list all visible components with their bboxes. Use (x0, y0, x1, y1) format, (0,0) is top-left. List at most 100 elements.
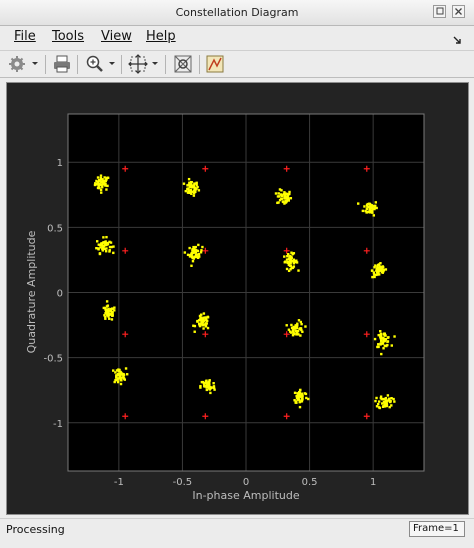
received-symbol (375, 396, 378, 400)
received-symbol (102, 236, 105, 239)
received-symbol (297, 269, 300, 272)
received-symbol (379, 337, 383, 340)
received-symbol (285, 267, 289, 271)
received-symbol (199, 316, 202, 320)
received-symbol (105, 188, 108, 191)
zoom-button[interactable] (85, 54, 119, 74)
received-symbol (361, 209, 365, 213)
received-symbol (102, 241, 105, 244)
received-symbol (207, 385, 210, 388)
received-symbol (103, 176, 106, 179)
received-symbol (100, 183, 103, 187)
received-symbol (376, 402, 380, 406)
received-symbol (102, 306, 106, 310)
received-symbol (378, 273, 381, 276)
received-symbol (301, 398, 304, 401)
received-symbol (99, 174, 103, 177)
status-bar: Processing Frame=1 (0, 518, 474, 548)
received-symbol (371, 275, 374, 279)
dock-arrow-icon[interactable] (453, 31, 463, 50)
received-symbol (290, 255, 293, 258)
received-symbol (191, 248, 194, 251)
menu-bar: File Tools View Help (0, 26, 474, 48)
received-symbol (101, 185, 104, 189)
received-symbol (99, 188, 103, 192)
received-symbol (299, 334, 302, 337)
received-symbol (112, 251, 115, 255)
received-symbol (116, 380, 120, 384)
received-symbol (278, 195, 281, 198)
close-button[interactable] (452, 5, 465, 18)
received-symbol (108, 240, 111, 244)
received-symbol (108, 245, 112, 249)
received-symbol (200, 380, 204, 384)
edit-plot-button[interactable] (205, 54, 225, 74)
received-symbol (387, 336, 390, 339)
received-symbol (283, 202, 286, 205)
gear-button[interactable] (9, 54, 39, 74)
menu-file[interactable]: File (14, 29, 36, 44)
y-tick-label: 0 (57, 289, 63, 300)
received-symbol (377, 343, 380, 346)
print-button[interactable] (52, 54, 72, 74)
received-symbol (286, 261, 289, 265)
fit-button[interactable] (128, 54, 162, 74)
received-symbol (197, 189, 201, 192)
received-symbol (97, 184, 100, 188)
received-symbol (95, 247, 98, 250)
received-symbol (108, 317, 111, 320)
received-symbol (200, 323, 204, 326)
received-symbol (205, 388, 209, 392)
received-symbol (304, 325, 307, 328)
received-symbol (289, 197, 293, 200)
received-symbol (205, 318, 208, 321)
received-symbol (194, 251, 198, 254)
received-symbol (295, 401, 298, 404)
received-symbol (208, 388, 211, 391)
received-symbol (201, 245, 204, 249)
received-symbol (274, 192, 278, 195)
received-symbol (193, 330, 196, 333)
menu-help[interactable]: Help (146, 29, 176, 44)
received-symbol (384, 396, 388, 400)
received-symbol (370, 206, 374, 210)
received-symbol (119, 382, 123, 386)
received-symbol (383, 339, 386, 343)
received-symbol (122, 373, 126, 377)
received-symbol (186, 187, 189, 191)
received-symbol (105, 247, 108, 250)
received-symbol (288, 190, 291, 194)
received-symbol (380, 397, 384, 401)
restore-button[interactable] (433, 5, 446, 18)
received-symbol (292, 331, 295, 335)
received-symbol (209, 391, 212, 395)
gear-icon (9, 56, 38, 72)
received-symbol (357, 202, 360, 205)
edit-plot-icon (206, 55, 224, 73)
received-symbol (295, 396, 299, 400)
x-tick-label: 1 (370, 477, 376, 488)
received-symbol (388, 397, 391, 400)
received-symbol (390, 344, 393, 347)
received-symbol (288, 330, 292, 333)
received-symbol (292, 262, 296, 265)
received-symbol (385, 344, 388, 348)
received-symbol (287, 252, 290, 256)
received-symbol (373, 275, 376, 279)
menu-view[interactable]: View (101, 29, 132, 44)
received-symbol (193, 324, 197, 328)
received-symbol (378, 265, 382, 268)
received-symbol (205, 322, 209, 325)
y-axis-label: Quadrature Amplitude (25, 230, 38, 353)
received-symbol (118, 368, 121, 372)
received-symbol (95, 240, 99, 243)
received-symbol (375, 206, 378, 210)
received-symbol (300, 328, 303, 332)
menu-tools[interactable]: Tools (52, 29, 84, 44)
received-symbol (293, 327, 296, 330)
plot-panel: -1 -0.5 0 0.5 1 1 0.5 0 -0.5 -1 In-phase Amplitu… (6, 82, 469, 515)
close-icon (455, 8, 462, 15)
received-symbol (109, 313, 113, 316)
constellation-button[interactable] (173, 54, 193, 74)
received-symbol (367, 205, 370, 209)
